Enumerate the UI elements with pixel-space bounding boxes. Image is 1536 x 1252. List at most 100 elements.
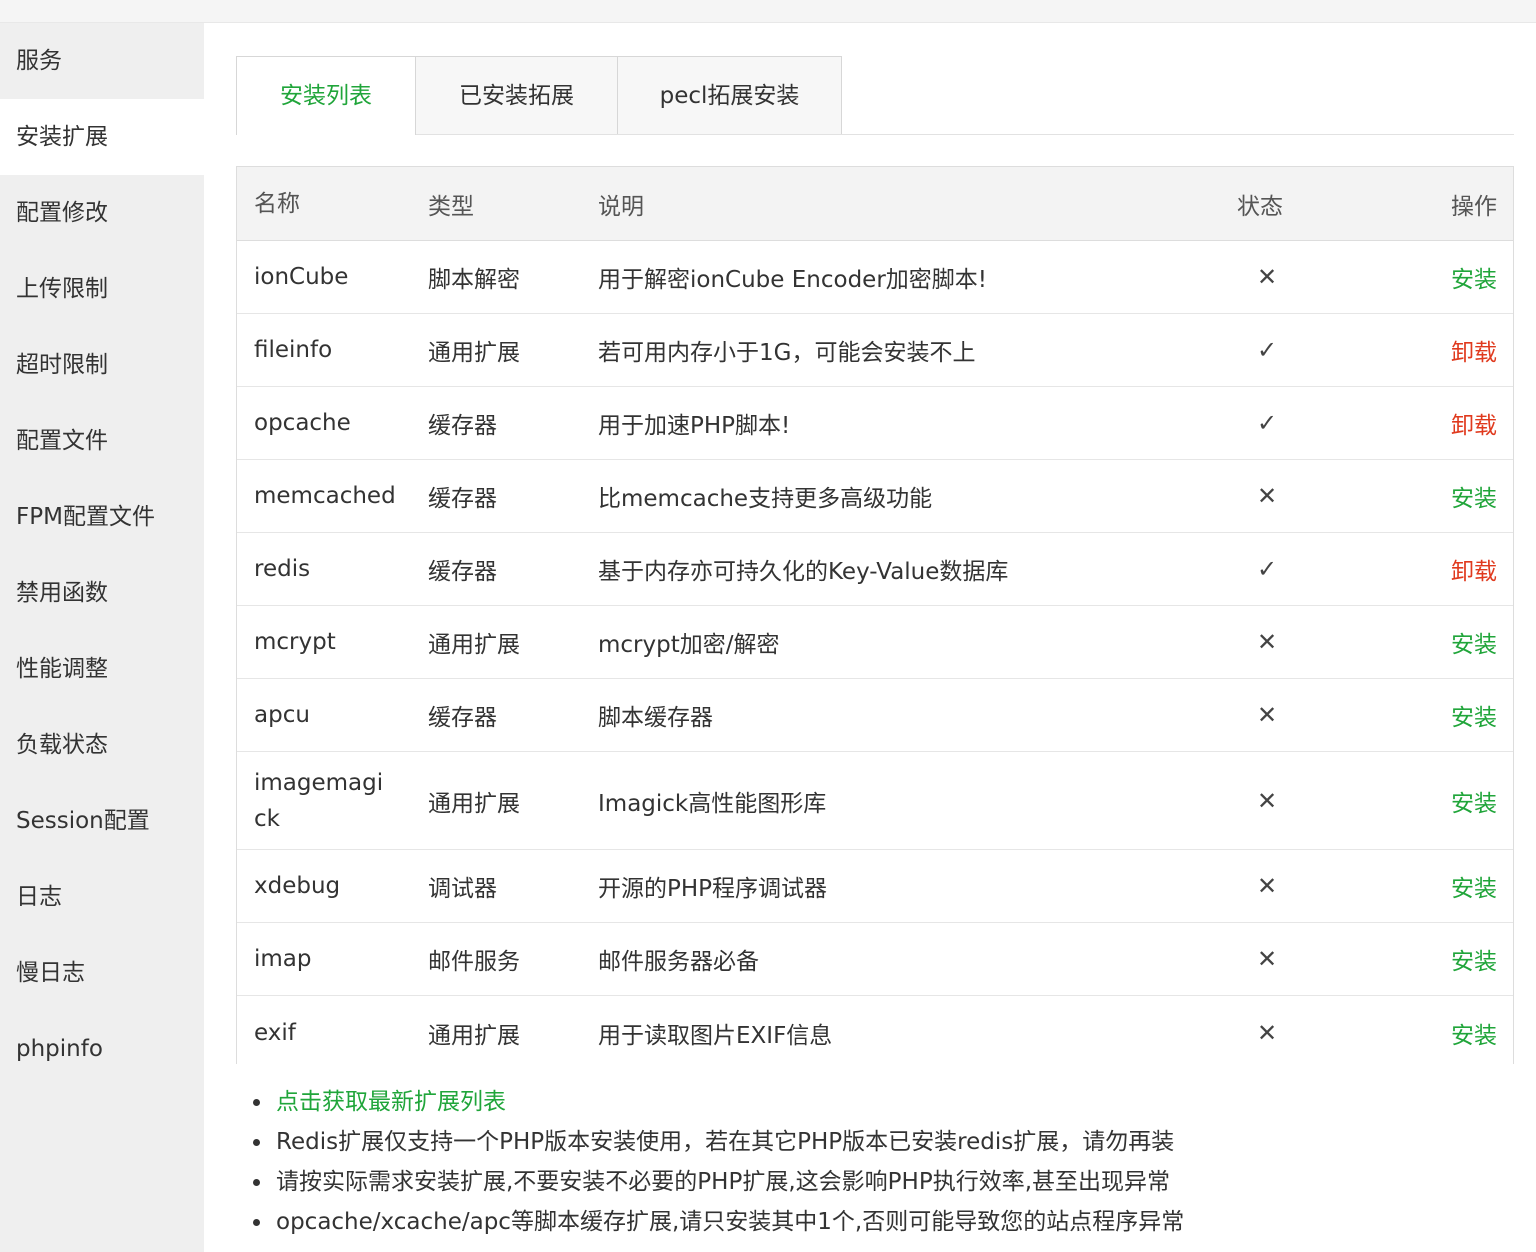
sidebar-item-timeout-limit[interactable]: 超时限制 xyxy=(0,327,204,403)
header-status: 状态 xyxy=(1237,193,1283,220)
extension-type: 邮件服务 xyxy=(428,949,520,975)
install-button[interactable]: 安装 xyxy=(1417,241,1497,313)
table-row: fileinfo 通用扩展 若可用内存小于1G，可能会安装不上 ✓ 卸载 xyxy=(237,314,1513,387)
uninstall-button[interactable]: 卸载 xyxy=(1417,387,1497,459)
note-item: 请按实际需求安装扩展,不要安装不必要的PHP扩展,这会影响PHP执行效率,甚至出… xyxy=(236,1162,1526,1202)
note-item: opcache/xcache/apc等脚本缓存扩展,请只安装其中1个,否则可能导… xyxy=(236,1202,1526,1242)
sidebar-item-slow-log[interactable]: 慢日志 xyxy=(0,935,204,1011)
install-button[interactable]: 安装 xyxy=(1417,606,1497,678)
install-button[interactable]: 安装 xyxy=(1417,679,1497,751)
extension-description: mcrypt加密/解密 xyxy=(598,632,780,658)
uninstall-button[interactable]: 卸载 xyxy=(1417,533,1497,605)
tab-bar: 安装列表 已安装拓展 pecl拓展安装 xyxy=(236,56,1514,135)
table-row: redis 缓存器 基于内存亦可持久化的Key-Value数据库 ✓ 卸载 xyxy=(237,533,1513,606)
extension-description: 邮件服务器必备 xyxy=(598,949,759,975)
help-notes: 点击获取最新扩展列表 Redis扩展仅支持一个PHP版本安装使用，若在其它PHP… xyxy=(236,1082,1526,1242)
sidebar-item-performance[interactable]: 性能调整 xyxy=(0,631,204,707)
tab-installed-extensions[interactable]: 已安装拓展 xyxy=(415,56,618,134)
header-action: 操作 xyxy=(1451,193,1497,220)
note-item: Redis扩展仅支持一个PHP版本安装使用，若在其它PHP版本已安装redis扩… xyxy=(236,1122,1526,1162)
extension-description: 开源的PHP程序调试器 xyxy=(598,876,828,902)
install-button[interactable]: 安装 xyxy=(1417,996,1497,1064)
extension-type: 脚本解密 xyxy=(428,267,520,293)
sidebar-item-log[interactable]: 日志 xyxy=(0,859,204,935)
sidebar-item-config-edit[interactable]: 配置修改 xyxy=(0,175,204,251)
extension-name: ionCube xyxy=(254,264,349,290)
extension-type: 缓存器 xyxy=(428,559,497,585)
table-row: apcu 缓存器 脚本缓存器 ✕ 安装 xyxy=(237,679,1513,752)
status-installed-icon: ✓ xyxy=(1256,409,1278,437)
table-row: exif 通用扩展 用于读取图片EXIF信息 ✕ 安装 xyxy=(237,996,1513,1064)
extension-type: 调试器 xyxy=(428,876,497,902)
extension-type: 缓存器 xyxy=(428,705,497,731)
tab-pecl-install[interactable]: pecl拓展安装 xyxy=(617,56,842,134)
table-row: opcache 缓存器 用于加速PHP脚本! ✓ 卸载 xyxy=(237,387,1513,460)
sidebar: 服务 安装扩展 配置修改 上传限制 超时限制 配置文件 FPM配置文件 禁用函数… xyxy=(0,23,204,1252)
top-bar xyxy=(0,0,1536,23)
sidebar-item-fpm-config[interactable]: FPM配置文件 xyxy=(0,479,204,555)
note-text: 请按实际需求安装扩展,不要安装不必要的PHP扩展,这会影响PHP执行效率,甚至出… xyxy=(276,1169,1171,1195)
status-not-installed-icon: ✕ xyxy=(1256,263,1278,291)
uninstall-button[interactable]: 卸载 xyxy=(1417,314,1497,386)
extension-name: imap xyxy=(254,946,312,972)
refresh-extension-list-link[interactable]: 点击获取最新扩展列表 xyxy=(276,1089,506,1115)
note-item: 点击获取最新扩展列表 xyxy=(236,1082,1526,1122)
extension-description: 基于内存亦可持久化的Key-Value数据库 xyxy=(598,559,1009,585)
header-type: 类型 xyxy=(428,193,474,220)
sidebar-item-install-extensions[interactable]: 安装扩展 xyxy=(0,99,204,175)
status-not-installed-icon: ✕ xyxy=(1256,786,1278,815)
extension-type: 通用扩展 xyxy=(428,1022,520,1049)
header-name: 名称 xyxy=(254,190,300,217)
status-not-installed-icon: ✕ xyxy=(1256,872,1278,900)
header-description: 说明 xyxy=(598,193,644,220)
note-text: Redis扩展仅支持一个PHP版本安装使用，若在其它PHP版本已安装redis扩… xyxy=(276,1129,1175,1155)
table-row: imagemagick 通用扩展 Imagick高性能图形库 ✕ 安装 xyxy=(237,752,1513,850)
extension-name: fileinfo xyxy=(254,337,333,363)
tab-install-list[interactable]: 安装列表 xyxy=(236,56,416,135)
extension-description: 用于解密ionCube Encoder加密脚本! xyxy=(598,267,987,293)
sidebar-item-session-config[interactable]: Session配置 xyxy=(0,783,204,859)
install-button[interactable]: 安装 xyxy=(1417,923,1497,995)
status-not-installed-icon: ✕ xyxy=(1256,945,1278,973)
extension-name: mcrypt xyxy=(254,629,336,655)
sidebar-item-phpinfo[interactable]: phpinfo xyxy=(0,1011,204,1087)
main-panel: 安装列表 已安装拓展 pecl拓展安装 名称 类型 说明 状态 操作 ionCu… xyxy=(236,23,1514,1252)
bullet xyxy=(253,1139,260,1146)
extension-description: 脚本缓存器 xyxy=(598,705,713,731)
note-text: opcache/xcache/apc等脚本缓存扩展,请只安装其中1个,否则可能导… xyxy=(276,1209,1185,1235)
status-not-installed-icon: ✕ xyxy=(1256,701,1278,729)
extension-type: 缓存器 xyxy=(428,486,497,512)
extension-name: imagemagick xyxy=(254,769,384,832)
table-row: mcrypt 通用扩展 mcrypt加密/解密 ✕ 安装 xyxy=(237,606,1513,679)
extension-type: 通用扩展 xyxy=(428,790,520,817)
extension-description: 若可用内存小于1G，可能会安装不上 xyxy=(598,340,976,366)
extension-description: 用于读取图片EXIF信息 xyxy=(598,1022,833,1049)
table-row: ionCube 脚本解密 用于解密ionCube Encoder加密脚本! ✕ … xyxy=(237,241,1513,314)
sidebar-item-service[interactable]: 服务 xyxy=(0,23,204,99)
bullet xyxy=(253,1219,260,1226)
extension-type: 缓存器 xyxy=(428,413,497,439)
sidebar-item-upload-limit[interactable]: 上传限制 xyxy=(0,251,204,327)
install-button[interactable]: 安装 xyxy=(1417,460,1497,532)
sidebar-item-disabled-functions[interactable]: 禁用函数 xyxy=(0,555,204,631)
extension-name: xdebug xyxy=(254,873,341,899)
status-installed-icon: ✓ xyxy=(1256,336,1278,364)
extension-name: redis xyxy=(254,556,311,582)
status-not-installed-icon: ✕ xyxy=(1256,482,1278,510)
install-button[interactable]: 安装 xyxy=(1417,850,1497,922)
status-installed-icon: ✓ xyxy=(1256,555,1278,583)
extension-type: 通用扩展 xyxy=(428,632,520,658)
sidebar-item-load-status[interactable]: 负载状态 xyxy=(0,707,204,783)
status-not-installed-icon: ✕ xyxy=(1256,1018,1278,1047)
extension-name: opcache xyxy=(254,410,351,436)
sidebar-item-config-file[interactable]: 配置文件 xyxy=(0,403,204,479)
install-button[interactable]: 安装 xyxy=(1417,752,1497,849)
extension-type: 通用扩展 xyxy=(428,340,520,366)
table-row: memcached 缓存器 比memcache支持更多高级功能 ✕ 安装 xyxy=(237,460,1513,533)
bullet xyxy=(253,1179,260,1186)
status-not-installed-icon: ✕ xyxy=(1256,628,1278,656)
extension-description: 用于加速PHP脚本! xyxy=(598,413,791,439)
table-header: 名称 类型 说明 状态 操作 xyxy=(237,167,1513,241)
extension-name: memcached xyxy=(254,483,396,509)
bullet xyxy=(253,1099,260,1106)
